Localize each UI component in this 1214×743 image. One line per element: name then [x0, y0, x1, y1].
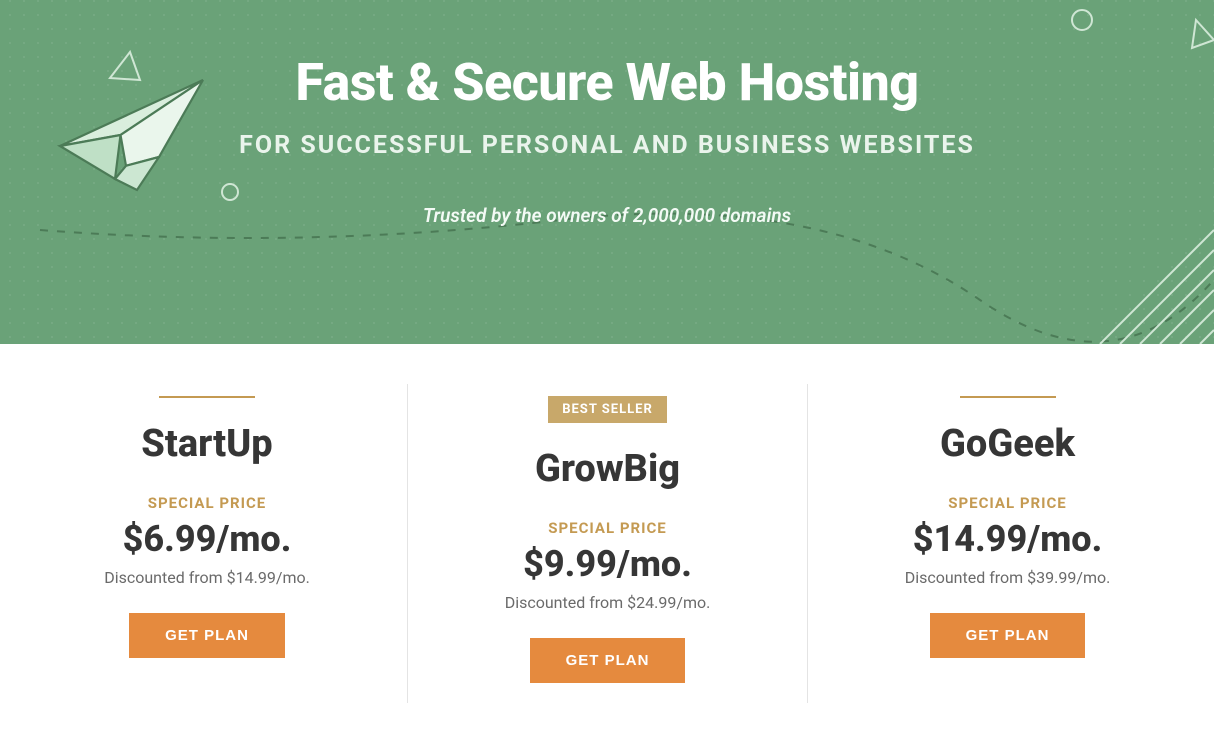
plan-growbig: BEST SELLER GrowBig SPECIAL PRICE $9.99/… — [407, 384, 807, 703]
hero-subtitle: FOR SUCCESSFUL PERSONAL AND BUSINESS WEB… — [0, 131, 1214, 160]
plan-startup: StartUp SPECIAL PRICE $6.99/mo. Discount… — [7, 384, 407, 703]
special-price-label: SPECIAL PRICE — [448, 519, 767, 537]
plan-discounted: Discounted from $24.99/mo. — [448, 593, 767, 612]
special-price-label: SPECIAL PRICE — [47, 494, 367, 512]
get-plan-button[interactable]: GET PLAN — [930, 613, 1086, 658]
plan-name: GoGeek — [848, 422, 1167, 466]
get-plan-button[interactable]: GET PLAN — [129, 613, 285, 658]
get-plan-button[interactable]: GET PLAN — [530, 638, 686, 683]
plan-discounted: Discounted from $39.99/mo. — [848, 568, 1167, 587]
plan-name: GrowBig — [448, 447, 767, 491]
hero-trusted-text: Trusted by the owners of 2,000,000 domai… — [0, 204, 1214, 227]
best-seller-badge: BEST SELLER — [548, 396, 667, 423]
plan-price: $6.99/mo. — [47, 518, 367, 560]
special-price-label: SPECIAL PRICE — [848, 494, 1167, 512]
plan-gogeek: GoGeek SPECIAL PRICE $14.99/mo. Discount… — [807, 384, 1207, 703]
plan-price: $14.99/mo. — [848, 518, 1167, 560]
plan-discounted: Discounted from $14.99/mo. — [47, 568, 367, 587]
plan-divider — [960, 396, 1056, 398]
plan-divider — [159, 396, 255, 398]
pricing-plans: StartUp SPECIAL PRICE $6.99/mo. Discount… — [0, 344, 1214, 743]
hero: Fast & Secure Web Hosting FOR SUCCESSFUL… — [0, 0, 1214, 344]
plan-name: StartUp — [47, 422, 367, 466]
plan-price: $9.99/mo. — [448, 543, 767, 585]
hero-title: Fast & Secure Web Hosting — [0, 52, 1214, 113]
